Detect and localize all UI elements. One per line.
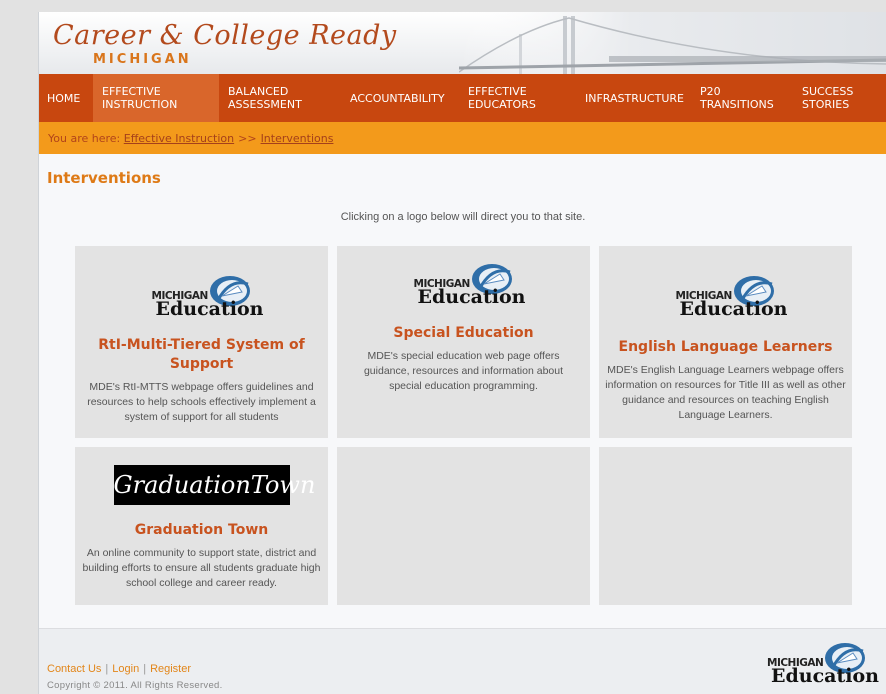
mde-logo-education: Education <box>771 665 879 687</box>
copyright-text: Copyright © 2011. All Rights Reserved. <box>47 680 223 691</box>
footer-separator: | <box>105 663 109 675</box>
card-description: An online community to support state, di… <box>82 547 321 589</box>
mde-logo-education: Education <box>155 298 264 320</box>
nav-infrastructure[interactable]: INFRASTRUCTURE <box>585 74 697 122</box>
card-description: MDE's English Language Learners webpage … <box>605 364 846 421</box>
mde-logo-link[interactable]: MICHIGAN Education <box>412 260 525 310</box>
footer-link-login[interactable]: Login <box>112 663 139 675</box>
nav-label: EFFECTIVE EDUCATORS <box>468 85 536 111</box>
nav-success-stories[interactable]: SUCCESS STORIES <box>802 74 882 122</box>
nav-home[interactable]: HOME <box>47 74 93 122</box>
footer-link-register[interactable]: Register <box>150 663 191 675</box>
card-description: MDE's RtI-MTTS webpage offers guidelines… <box>87 381 316 423</box>
bridge-banner-image <box>459 12 886 74</box>
nav-label: P20 TRANSITIONS <box>700 85 774 111</box>
mde-logo-education: Education <box>679 298 788 320</box>
site-logo-subtitle[interactable]: MICHIGAN <box>93 52 192 67</box>
empty-card <box>599 447 852 605</box>
card-special-education: MICHIGAN Education Special Education MDE… <box>337 246 590 438</box>
nav-effective-instruction[interactable]: EFFECTIVE INSTRUCTION <box>93 74 219 122</box>
nav-accountability[interactable]: ACCOUNTABILITY <box>350 74 462 122</box>
breadcrumb-prefix: You are here: <box>48 131 121 145</box>
nav-p20-transitions[interactable]: P20 TRANSITIONS <box>700 74 784 122</box>
breadcrumb-separator: >> <box>238 131 257 145</box>
card-rti-mtss: MICHIGAN Education RtI-Multi-Tiered Syst… <box>75 246 328 438</box>
footer-mde-logo[interactable]: MICHIGAN Education <box>765 639 879 689</box>
page-frame: Career & College Ready MICHIGAN HOME EFF… <box>38 12 886 694</box>
nav-label: BALANCED ASSESSMENT <box>228 85 302 111</box>
breadcrumb-link-effective-instruction[interactable]: Effective Instruction <box>124 132 234 145</box>
nav-label: EFFECTIVE INSTRUCTION <box>102 85 178 111</box>
nav-balanced-assessment[interactable]: BALANCED ASSESSMENT <box>228 74 328 122</box>
card-description: MDE's special education web page offers … <box>363 350 564 392</box>
nav-label: INFRASTRUCTURE <box>585 91 684 105</box>
mde-logo-link[interactable]: MICHIGAN Education <box>150 272 263 322</box>
card-graduation-town: GraduationTown Graduation Town An online… <box>75 447 328 605</box>
card-title-link[interactable]: Graduation Town <box>85 521 318 540</box>
site-logo-title[interactable]: Career & College Ready <box>53 20 397 51</box>
empty-card <box>337 447 590 605</box>
graduation-town-logo[interactable]: GraduationTown <box>113 465 315 505</box>
nav-label: HOME <box>47 91 81 105</box>
mde-logo-link[interactable]: MICHIGAN Education <box>674 272 787 322</box>
card-title-link[interactable]: RtI-Multi-Tiered System of Support <box>95 336 308 374</box>
mde-logo-education: Education <box>417 286 526 308</box>
main-navigation: HOME EFFECTIVE INSTRUCTION BALANCED ASSE… <box>39 74 886 122</box>
site-footer: Contact Us | Login | Register Copyright © 20… <box>39 628 886 694</box>
nav-label: ACCOUNTABILITY <box>350 91 445 105</box>
footer-separator: | <box>143 663 147 675</box>
nav-label: SUCCESS STORIES <box>802 85 854 111</box>
breadcrumb: You are here: Effective Instruction >> I… <box>39 122 886 154</box>
card-english-language-learners: MICHIGAN Education English Language Lear… <box>599 246 852 438</box>
footer-links: Contact Us | Login | Register <box>47 663 191 675</box>
card-title-link[interactable]: English Language Learners <box>603 338 848 357</box>
site-header: Career & College Ready MICHIGAN <box>39 12 886 74</box>
card-title-link[interactable]: Special Education <box>347 324 580 343</box>
breadcrumb-link-interventions[interactable]: Interventions <box>261 132 334 145</box>
intro-text: Clicking on a logo below will direct you… <box>340 211 586 223</box>
page-title: Interventions <box>47 169 161 187</box>
footer-link-contact-us[interactable]: Contact Us <box>47 663 101 675</box>
nav-effective-educators[interactable]: EFFECTIVE EDUCATORS <box>468 74 558 122</box>
